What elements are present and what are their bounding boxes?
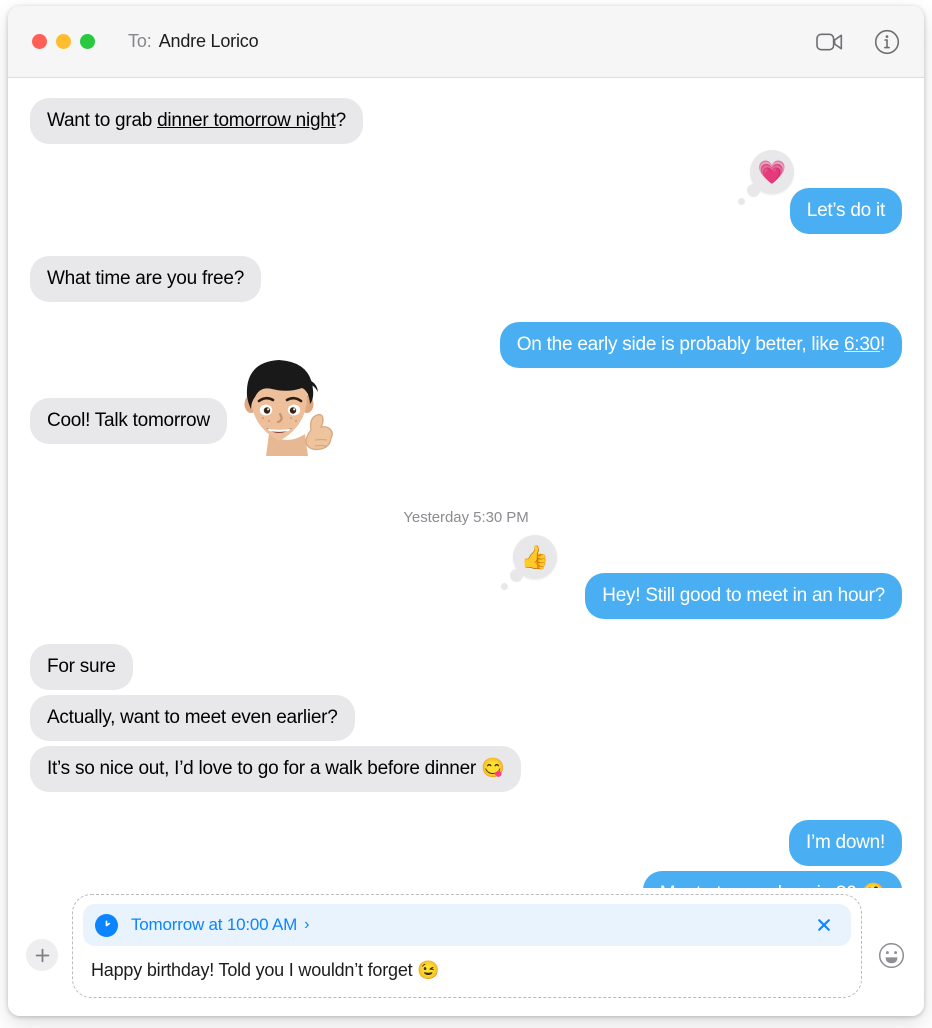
heart-tapback[interactable]: 💗 <box>738 150 794 205</box>
message-bubble-incoming[interactable]: Actually, want to meet even earlier? <box>30 695 355 741</box>
message-text-tail: ? <box>335 110 347 131</box>
message-bubble-incoming[interactable]: It’s so nice out, I’d love to go for a w… <box>30 746 522 792</box>
tapback-dot-large <box>510 569 523 582</box>
heart-tapback-emoji: 💗 <box>757 158 787 185</box>
tapback-dot-large <box>747 184 760 197</box>
message-bubble-incoming[interactable]: Cool! Talk tomorrow <box>30 398 227 444</box>
compose-bar: Tomorrow at 10:00 AM › Happy birthday! T… <box>8 888 924 1016</box>
data-detector-link[interactable]: 6:30 <box>844 334 880 355</box>
message-bubble-incoming[interactable]: For sure <box>30 644 133 690</box>
tapback-dot-small <box>501 583 508 590</box>
message-bubble-outgoing[interactable]: Let’s do it <box>789 188 902 234</box>
data-detector-link[interactable]: dinner tomorrow night <box>157 110 336 131</box>
suggestion-label-wrap: Tomorrow at 10:00 AM › <box>131 915 800 935</box>
smiley-face-icon[interactable] <box>876 940 906 970</box>
message-row: I’m down! <box>30 820 902 866</box>
message-text: Want to grab <box>47 110 158 131</box>
message-row: Cool! Talk tomorrow <box>30 360 902 456</box>
timestamp-divider: Yesterday 5:30 PM <box>403 509 529 526</box>
close-x-icon[interactable] <box>813 914 835 936</box>
zoom-window-button[interactable] <box>80 34 95 49</box>
toolbar-actions <box>814 27 902 57</box>
message-text: On the early side is probably better, li… <box>516 334 844 355</box>
to-label: To: <box>128 31 152 51</box>
message-row: For sure <box>30 644 902 690</box>
recipient-field[interactable]: To: Andre Lorico <box>128 31 259 52</box>
clock-icon <box>95 913 118 937</box>
message-row: What time are you free? <box>30 256 902 302</box>
chevron-right-icon[interactable]: › <box>304 917 309 933</box>
message-text-tail: ! <box>879 334 885 355</box>
minimize-window-button[interactable] <box>56 34 71 49</box>
message-bubble-outgoing[interactable]: Hey! Still good to meet in an hour? <box>585 573 902 619</box>
suggestion-label: Tomorrow at 10:00 AM <box>131 915 298 934</box>
message-row: Actually, want to meet even earlier? <box>30 695 902 741</box>
message-bubble-outgoing[interactable]: On the early side is probably better, li… <box>499 322 902 368</box>
message-row: Want to grab dinner tomorrow night? <box>30 98 902 144</box>
message-transcript[interactable]: Want to grab dinner tomorrow night? 💗 Le… <box>8 78 924 888</box>
message-bubble-incoming[interactable]: Want to grab dinner tomorrow night? <box>30 98 363 144</box>
window-controls <box>32 34 95 49</box>
title-bar: To: Andre Lorico <box>8 6 924 78</box>
thumbs-up-tapback[interactable]: 👍 <box>501 535 557 590</box>
message-bubble-outgoing[interactable]: Meet at your place in 30 🤗 <box>642 871 902 888</box>
message-row: Meet at your place in 30 🤗 <box>30 871 902 888</box>
message-row: 💗 Let’s do it <box>30 150 902 234</box>
memoji-thumbs-up-sticker[interactable] <box>225 352 345 467</box>
draft-message-text[interactable]: Happy birthday! Told you I wouldn’t forg… <box>83 946 851 981</box>
message-row: It’s so nice out, I’d love to go for a w… <box>30 746 902 792</box>
close-window-button[interactable] <box>32 34 47 49</box>
message-row: 👍 Hey! Still good to meet in an hour? <box>30 535 902 619</box>
info-circle-icon[interactable] <box>872 27 902 57</box>
message-bubble-incoming[interactable]: What time are you free? <box>30 256 262 302</box>
send-later-suggestion[interactable]: Tomorrow at 10:00 AM › <box>83 904 851 946</box>
tapback-dot-small <box>738 198 745 205</box>
thumbs-up-tapback-emoji: 👍 <box>520 543 550 570</box>
message-row: On the early side is probably better, li… <box>30 322 902 368</box>
video-camera-icon[interactable] <box>814 27 844 57</box>
add-attachment-button[interactable] <box>26 939 58 971</box>
message-bubble-outgoing[interactable]: I’m down! <box>788 820 902 866</box>
plus-icon <box>35 948 49 962</box>
message-input-field[interactable]: Tomorrow at 10:00 AM › Happy birthday! T… <box>72 894 862 998</box>
recipient-name: Andre Lorico <box>158 31 259 51</box>
messages-window: To: Andre Lorico Want to grab dinner tom… <box>8 6 924 1016</box>
